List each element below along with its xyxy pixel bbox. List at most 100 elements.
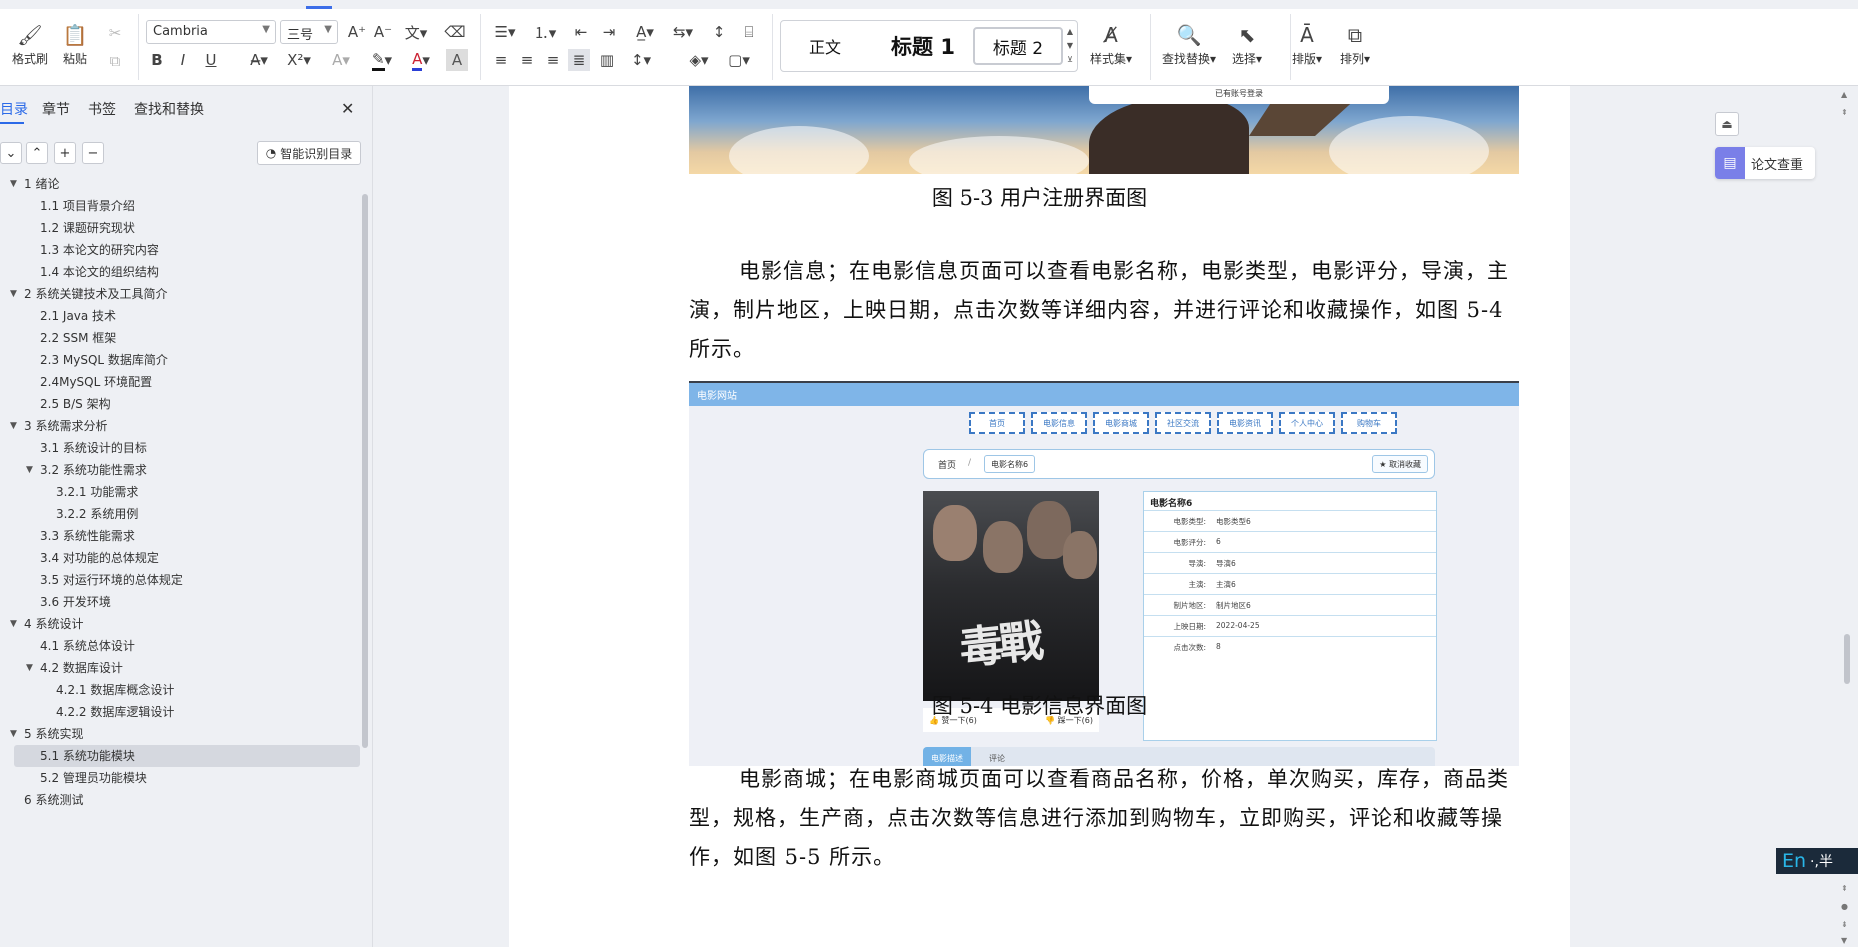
numbered-list-icon[interactable]: ⒈▾ xyxy=(530,21,560,43)
expand-toggle-icon[interactable]: ▼ xyxy=(26,459,33,481)
distributed-icon[interactable]: ▥ xyxy=(596,49,618,71)
toc-item[interactable]: 3.5 对运行环境的总体规定 xyxy=(0,569,360,591)
add-icon[interactable]: + xyxy=(54,142,76,164)
tab-toc[interactable]: 目录 xyxy=(0,99,28,119)
copy-icon[interactable]: ⧉ xyxy=(104,50,126,72)
toc-item[interactable]: 3.2.2 系统用例 xyxy=(0,503,360,525)
clear-format-icon[interactable]: ⌫ xyxy=(444,21,466,43)
format-painter-button[interactable]: 🖌 格式刷 xyxy=(12,22,48,67)
bold-button[interactable]: B xyxy=(146,49,168,71)
select-browse-icon[interactable]: ● xyxy=(1841,902,1848,911)
expand-toggle-icon[interactable]: ▼ xyxy=(10,283,17,305)
style-heading-2[interactable]: 标题 2 xyxy=(973,27,1063,65)
italic-button[interactable]: I xyxy=(172,49,194,71)
text-direction-icon[interactable]: A̲▾ xyxy=(630,21,660,43)
font-color-icon[interactable]: A ▾ xyxy=(406,49,436,71)
underline-button[interactable]: U xyxy=(200,49,222,71)
toc-item[interactable]: 1.1 项目背景介绍 xyxy=(0,195,360,217)
scroll-top-icon[interactable]: ⇞ xyxy=(1841,108,1848,117)
highlight-color-icon[interactable]: ✎ ▾ xyxy=(366,49,398,71)
toc-item[interactable]: 2.5 B/S 架构 xyxy=(0,393,360,415)
tab-chapters[interactable]: 章节 xyxy=(42,99,70,119)
expand-toggle-icon[interactable]: ▼ xyxy=(26,657,33,679)
toc-item[interactable]: 3.3 系统性能需求 xyxy=(0,525,360,547)
line-spacing-icon[interactable]: ↕▾ xyxy=(626,49,656,71)
swap-icon[interactable]: ⇆▾ xyxy=(668,21,698,43)
toc-item[interactable]: ▼ 5 系统实现 xyxy=(0,723,360,745)
toc-item[interactable]: ▼ 3.2 系统功能性需求 xyxy=(0,459,360,481)
toc-item[interactable]: 3.1 系统设计的目标 xyxy=(0,437,360,459)
expand-toggle-icon[interactable]: ▼ xyxy=(10,415,17,437)
toc-item[interactable]: 1.4 本论文的组织结构 xyxy=(0,261,360,283)
nav-scrollbar[interactable] xyxy=(362,194,368,748)
font-size-select[interactable]: 三号 ▼ xyxy=(280,20,338,44)
toc-item[interactable]: ▼ 2 系统关键技术及工具简介 xyxy=(0,283,360,305)
toc-item[interactable]: 5.2 管理员功能模块 xyxy=(0,767,360,789)
toc-item[interactable]: 2.4MySQL 环境配置 xyxy=(0,371,360,393)
close-icon[interactable]: ✕ xyxy=(341,99,354,118)
sort-icon[interactable]: ↕ xyxy=(708,21,730,43)
char-shading-icon[interactable]: A xyxy=(446,49,468,71)
remove-icon[interactable]: − xyxy=(82,142,104,164)
tab-bookmarks[interactable]: 书签 xyxy=(88,99,116,119)
toc-item[interactable]: 4.2.1 数据库概念设计 xyxy=(0,679,360,701)
toc-item[interactable]: 2.1 Java 技术 xyxy=(0,305,360,327)
bullet-list-icon[interactable]: ☰▾ xyxy=(490,21,520,43)
show-marks-icon[interactable]: ⌸ xyxy=(736,21,762,43)
document-page[interactable]: 已有账号登录 图 5-3 用户注册界面图 电影信息；在电影信息页面可以查看电影名… xyxy=(509,86,1570,947)
toc-item[interactable]: 2.3 MySQL 数据库简介 xyxy=(0,349,360,371)
ime-status-bar[interactable]: En ·,半 xyxy=(1776,848,1858,874)
chevron-up-icon[interactable]: ⌃ xyxy=(26,142,48,164)
scroll-down-icon[interactable]: ▼ xyxy=(1841,936,1847,945)
shading-icon[interactable]: ◈▾ xyxy=(684,49,714,71)
toc-item[interactable]: ▼ 4.2 数据库设计 xyxy=(0,657,360,679)
expand-toggle-icon[interactable]: ▼ xyxy=(10,173,17,195)
toc-item[interactable]: 3.6 开发环境 xyxy=(0,591,360,613)
decrease-indent-icon[interactable]: ⇤ xyxy=(570,21,592,43)
collapse-panel-icon[interactable]: ⏏ xyxy=(1715,112,1739,136)
scroll-up-icon[interactable]: ▲ xyxy=(1841,90,1847,99)
align-left-icon[interactable]: ≡ xyxy=(490,49,512,71)
text-effect-icon[interactable]: A▾ xyxy=(326,49,356,71)
select-button[interactable]: ⬉ 选择▾ xyxy=(1232,22,1262,67)
find-replace-button[interactable]: 🔍 查找替换▾ xyxy=(1162,22,1216,67)
expand-toggle-icon[interactable]: ▼ xyxy=(10,613,17,635)
collapse-icon[interactable]: ⌄ xyxy=(0,142,22,164)
align-center-icon[interactable]: ≡ xyxy=(516,49,538,71)
justify-icon[interactable]: ≣ xyxy=(568,49,590,71)
increase-indent-icon[interactable]: ⇥ xyxy=(598,21,620,43)
next-page-icon[interactable]: ⇟ xyxy=(1841,920,1848,929)
toc-item[interactable]: 4.1 系统总体设计 xyxy=(0,635,360,657)
expand-toggle-icon[interactable]: ▼ xyxy=(10,723,17,745)
plagiarism-check-button[interactable]: ▤ 论文查重 xyxy=(1715,147,1815,179)
style-heading-1[interactable]: 标题 1 xyxy=(873,27,973,65)
toc-item[interactable]: 4.2.2 数据库逻辑设计 xyxy=(0,701,360,723)
style-set-button[interactable]: A̸ 样式集▾ xyxy=(1090,22,1132,67)
superscript-icon[interactable]: X²▾ xyxy=(284,49,314,71)
layout-button[interactable]: Ā 排版▾ xyxy=(1292,22,1322,67)
grow-font-icon[interactable]: A⁺ xyxy=(346,21,368,43)
toc-item[interactable]: 5.1 系统功能模块 xyxy=(14,745,360,767)
phonetic-guide-icon[interactable]: 文▾ xyxy=(400,21,432,43)
style-normal[interactable]: 正文 xyxy=(795,27,855,65)
shrink-font-icon[interactable]: A⁻ xyxy=(372,21,394,43)
toc-item[interactable]: 3.2.1 功能需求 xyxy=(0,481,360,503)
align-right-icon[interactable]: ≡ xyxy=(542,49,564,71)
toc-item[interactable]: ▼ 4 系统设计 xyxy=(0,613,360,635)
tab-find-replace[interactable]: 查找和替换 xyxy=(134,99,204,119)
border-icon[interactable]: ▢▾ xyxy=(724,49,754,71)
paste-button[interactable]: 📋 粘贴 xyxy=(62,22,88,67)
toc-item[interactable]: 3.4 对功能的总体规定 xyxy=(0,547,360,569)
prev-page-icon[interactable]: ⇞ xyxy=(1841,884,1848,893)
font-name-select[interactable]: Cambria ▼ xyxy=(146,20,276,44)
toc-item[interactable]: 1.3 本论文的研究内容 xyxy=(0,239,360,261)
smart-toc-button[interactable]: ◔ 智能识别目录 xyxy=(257,141,361,165)
cut-icon[interactable]: ✂ xyxy=(104,22,126,44)
toc-item[interactable]: ▼ 1 绪论 xyxy=(0,173,360,195)
toc-item[interactable]: ▼ 3 系统需求分析 xyxy=(0,415,360,437)
strikethrough-icon[interactable]: A̶▾ xyxy=(246,49,272,71)
vertical-scrollbar[interactable]: ▲ ⇞ ⇞ ● ⇟ ▼ xyxy=(1836,86,1858,947)
style-gallery-scroll[interactable]: ▲ ▼ ⊻ xyxy=(1065,25,1075,67)
toc-item[interactable]: 6 系统测试 xyxy=(0,789,360,811)
toc-item[interactable]: 1.2 课题研究现状 xyxy=(0,217,360,239)
